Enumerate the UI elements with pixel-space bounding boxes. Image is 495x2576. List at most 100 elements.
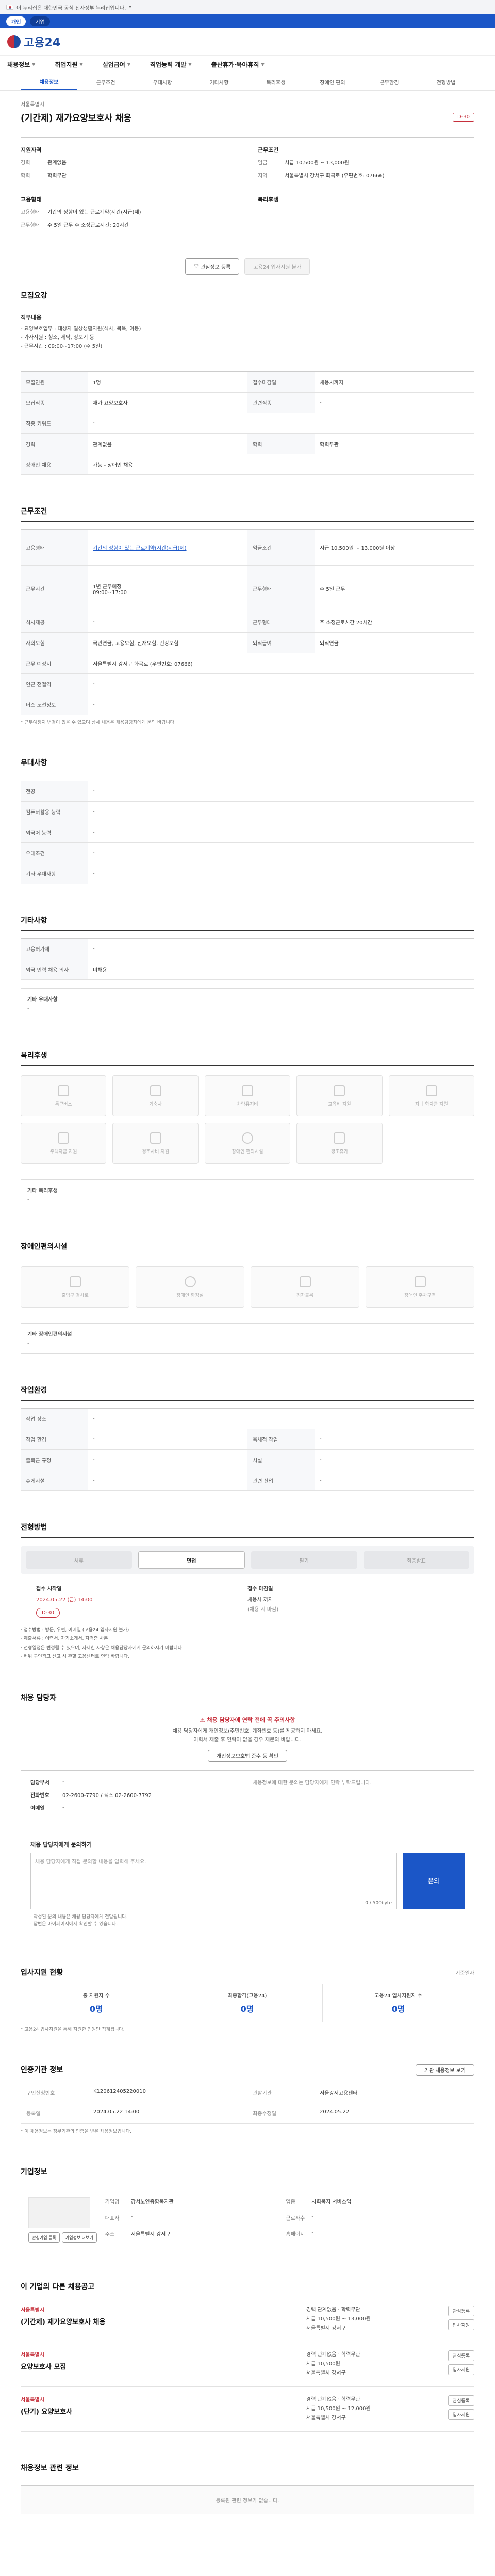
global-nav: 채용정보 ▼ 취업지원 ▼ 실업급여 ▼ 직업능력 개발 ▼ 출산휴가·육아휴직 ▼ [0, 56, 495, 74]
table-value: - [315, 1429, 474, 1450]
stat-label: 총 지원자 수 [82, 1993, 110, 1999]
table-key: 버스 노선정보 [21, 694, 88, 715]
table-value: - [88, 1429, 248, 1450]
gnb-item[interactable]: 취업지원 ▼ [55, 60, 82, 69]
tab-etc[interactable]: 기타사항 [191, 74, 248, 90]
accessibility-icon [241, 1132, 253, 1144]
table-key: 작업 장소 [21, 1409, 88, 1430]
list-item[interactable]: 서울특별시 (단기) 요양보호사 경력 관계없음 · 학력무관 시급 10,500원… [21, 2387, 474, 2432]
inquiry-notes: · 작성된 문의 내용은 채용 담당자에게 전달됩니다. · 답변은 마이페이지… [30, 1913, 465, 1928]
section-title: 채용 담당자 [21, 1692, 474, 1708]
favorite-company-button[interactable]: 관심기업 등록 [28, 2232, 60, 2243]
tab-environment[interactable]: 근무환경 [361, 74, 418, 90]
section-title-text: 복리후생 [21, 1052, 47, 1060]
table-key: 근무시간 [21, 566, 88, 612]
apply-button[interactable]: 입사지원 [448, 2364, 474, 2376]
gnb-item[interactable]: 출산휴가·육아휴직 ▼ [211, 60, 265, 69]
chevron-down-icon[interactable]: ▾ [129, 5, 131, 10]
inquiry-textarea[interactable]: 채용 담당자에게 직접 문의할 내용을 입력해 주세요. 0 / 500byte [30, 1852, 397, 1909]
table-key: 구인신청번호 [21, 2082, 88, 2103]
note-line: · 작성된 문의 내용은 채용 담당자에게 전달됩니다. [30, 1914, 128, 1920]
table-key: 관할기관 [248, 2082, 315, 2103]
tab-disability[interactable]: 장애인 편의 [304, 74, 361, 90]
section-title-text: 이 기업의 다른 채용공고 [21, 2283, 95, 2292]
apply-button[interactable]: 입사지원 [448, 2409, 474, 2420]
favorite-button[interactable]: 관심등록 [448, 2350, 474, 2362]
disability-tile: 장애인 화장실 [136, 1266, 244, 1308]
privacy-check-button[interactable]: 개인정보보호법 준수 등 확인 [208, 1749, 287, 1762]
job-meta: 경력 관계없음 · 학력무관 [306, 2397, 360, 2403]
contact-box: 담당부서 - 전화번호 02-2600-7790 / 팩스 02-2600-7792… [21, 1770, 474, 1824]
disability-tile: 장애인 주차구역 [366, 1266, 474, 1308]
job-title-link[interactable]: 요양보호사 모집 [21, 2361, 298, 2371]
house-icon [58, 1132, 70, 1144]
section-recruit: 모집요강 직무내용 - 요양보호업무 : 대상자 일상생활지원(식사, 목욕, … [0, 290, 495, 475]
stat-value: 0명 [89, 2004, 103, 2014]
scholarship-icon [425, 1084, 437, 1096]
table-value: - [88, 802, 474, 823]
tile-label: 경조사비 지원 [142, 1149, 169, 1155]
user-type-personal[interactable]: 개인 [6, 16, 26, 26]
gnb-item[interactable]: 직업능력 개발 ▼ [150, 60, 192, 69]
tab-selection[interactable]: 전형방법 [418, 74, 474, 90]
step-written: 필기 [251, 1551, 357, 1569]
list-item[interactable]: 서울특별시 요양보호사 모집 경력 관계없음 · 학력무관 시급 10,500원 서울… [21, 2342, 474, 2387]
company-box: 관심기업 등록 기업정보 더보기 기업명 강서노인종합복지관 업종 사회복지 서비스… [21, 2190, 474, 2251]
disability-box-value: - [27, 1341, 29, 1347]
table-value: 학력무관 [315, 434, 474, 454]
info-key: 업종 [286, 2199, 295, 2206]
job-org: 서울특별시 [21, 2397, 44, 2403]
detail-tabs: 채용정보 근무조건 우대사항 기타사항 복리후생 장애인 편의 근무환경 전형방… [0, 74, 495, 91]
etc-box-heading: 기타 우대사항 [27, 997, 58, 1003]
tab-recruit[interactable]: 채용정보 [21, 74, 77, 90]
summary-value: 관계없음 [47, 160, 67, 166]
table-value: 국민연금, 고용보험, 산재보험, 건강보험 [88, 633, 248, 653]
section-agency: 인증기관 정보 기관 채용정보 보기 구인신청번호 K1206124052200… [0, 2064, 495, 2136]
section-title-text: 입사지원 현황 [21, 1968, 63, 1977]
info-value: 사회복지 서비스업 [311, 2199, 352, 2206]
summary-heading: 복리후생 [258, 196, 279, 203]
disability-tile: 출입구 경사로 [21, 1266, 129, 1308]
contact-key: 이메일 [30, 1805, 45, 1811]
table-key: 인근 전철역 [21, 674, 88, 694]
dorm-icon [150, 1084, 161, 1096]
apply-button[interactable]: 입사지원 [448, 2319, 474, 2331]
welfare-tile: 자녀 학자금 지원 [388, 1075, 474, 1117]
tab-condition[interactable]: 근무조건 [77, 74, 134, 90]
logo[interactable]: 고용24 [7, 33, 60, 50]
apply-button[interactable]: 고용24 입사지원 불가 [244, 258, 310, 275]
agency-jobs-button[interactable]: 기관 채용정보 보기 [416, 2064, 474, 2076]
step-final: 최종발표 [363, 1551, 469, 1569]
info-value: 서울특별시 강서구 [130, 2231, 171, 2238]
duty-line: - 근무시간 : 09:00~17:00 (주 5일) [21, 344, 103, 349]
gnb-item[interactable]: 채용정보 ▼ [7, 60, 35, 69]
table-key: 모집직종 [21, 393, 88, 413]
inquiry-submit-button[interactable]: 문의 [403, 1852, 465, 1909]
favorite-button[interactable]: 관심등록 [448, 2395, 474, 2406]
favorite-button[interactable]: 관심등록 [448, 2306, 474, 2317]
section-title: 장애인편의시설 [21, 1241, 474, 1258]
favorite-button[interactable]: ♡ 관심정보 등록 [185, 258, 240, 275]
duty-line: - 요양보호업무 : 대상자 일상생활지원(식사, 목욕, 이동) [21, 326, 141, 332]
job-title-link[interactable]: (기간제) 재가요양보호사 채용 [21, 2316, 298, 2326]
user-type-company[interactable]: 기업 [30, 16, 50, 26]
table-value: - [315, 393, 474, 413]
gnb-item[interactable]: 실업급여 ▼ [103, 60, 130, 69]
table-value: 2024.05.22 [315, 2103, 474, 2124]
job-title-link[interactable]: (단기) 요양보호사 [21, 2406, 298, 2416]
section-condition: 근무조건 고용형태 기간의 정함이 있는 근로계약(시간(시급)제) 임금조건 … [0, 506, 495, 726]
company-more-button[interactable]: 기업정보 더보기 [61, 2232, 97, 2243]
list-item[interactable]: 서울특별시 (기간제) 재가요양보호사 채용 경력 관계없음 · 학력무관 시급 1… [21, 2297, 474, 2343]
tab-welfare[interactable]: 복리후생 [248, 74, 304, 90]
summary-key: 지역 [258, 173, 268, 179]
company-logo [28, 2197, 90, 2229]
job-org: 서울특별시 [21, 2308, 44, 2314]
gov-banner-text: 이 누리집은 대한민국 공식 전자정부 누리집입니다. [16, 5, 126, 11]
welfare-tile: 통근버스 [21, 1075, 107, 1117]
tab-preference[interactable]: 우대사항 [134, 74, 191, 90]
table-value: 서울강서고용센터 [315, 2082, 474, 2103]
environment-table: 작업 장소 - 작업 환경 - 육체적 작업 - 출퇴근 규정 - 시설 - 휴… [21, 1408, 474, 1492]
contact-alert: ⚠ 채용 담당자에 연락 전에 꼭 주의사항 채용 담당자에게 개인정보(주민번… [21, 1716, 474, 1762]
employment-type-link[interactable]: 기간의 정함이 있는 근로계약(시간(시급)제) [93, 544, 187, 551]
table-key: 등록일 [21, 2103, 88, 2124]
